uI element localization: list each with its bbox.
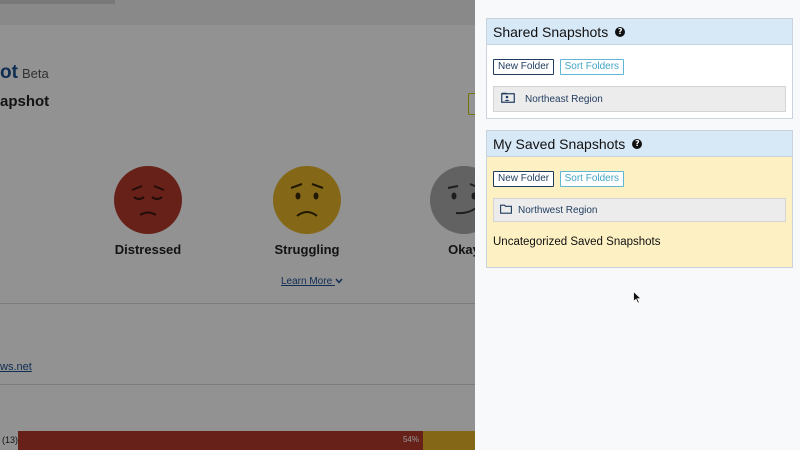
help-icon[interactable]: ? bbox=[632, 138, 643, 149]
my-saved-snapshots-section: My Saved Snapshots ? New Folder Sort Fol… bbox=[486, 130, 793, 268]
help-icon[interactable]: ? bbox=[615, 26, 626, 37]
new-folder-button[interactable]: New Folder bbox=[493, 59, 555, 75]
snapshots-panel: Shared Snapshots ? New Folder Sort Folde… bbox=[475, 0, 800, 450]
shared-snapshots-header: Shared Snapshots ? bbox=[487, 19, 792, 45]
sort-folders-button[interactable]: Sort Folders bbox=[559, 171, 625, 187]
my-saved-snapshots-header: My Saved Snapshots ? bbox=[487, 131, 792, 157]
folder-label: Northeast Region bbox=[525, 93, 603, 105]
sort-folders-button[interactable]: Sort Folders bbox=[559, 59, 625, 75]
new-folder-button[interactable]: New Folder bbox=[493, 171, 555, 187]
section-title: Shared Snapshots bbox=[493, 23, 609, 40]
folder-icon bbox=[500, 201, 512, 219]
folder-item-northwest-region[interactable]: Northwest Region bbox=[493, 198, 786, 222]
mouse-cursor-icon bbox=[633, 290, 643, 309]
folder-label: Northwest Region bbox=[518, 204, 598, 216]
modal-overlay[interactable] bbox=[0, 0, 475, 450]
shared-snapshots-section: Shared Snapshots ? New Folder Sort Folde… bbox=[486, 18, 793, 119]
mine-button-row: New Folder Sort Folders bbox=[493, 171, 625, 189]
folder-item-northeast-region[interactable]: Northeast Region bbox=[493, 86, 786, 112]
shared-button-row: New Folder Sort Folders bbox=[493, 59, 625, 77]
uncategorized-snapshots-label[interactable]: Uncategorized Saved Snapshots bbox=[493, 236, 661, 248]
shared-folder-icon bbox=[501, 90, 515, 108]
section-title: My Saved Snapshots bbox=[493, 135, 626, 152]
